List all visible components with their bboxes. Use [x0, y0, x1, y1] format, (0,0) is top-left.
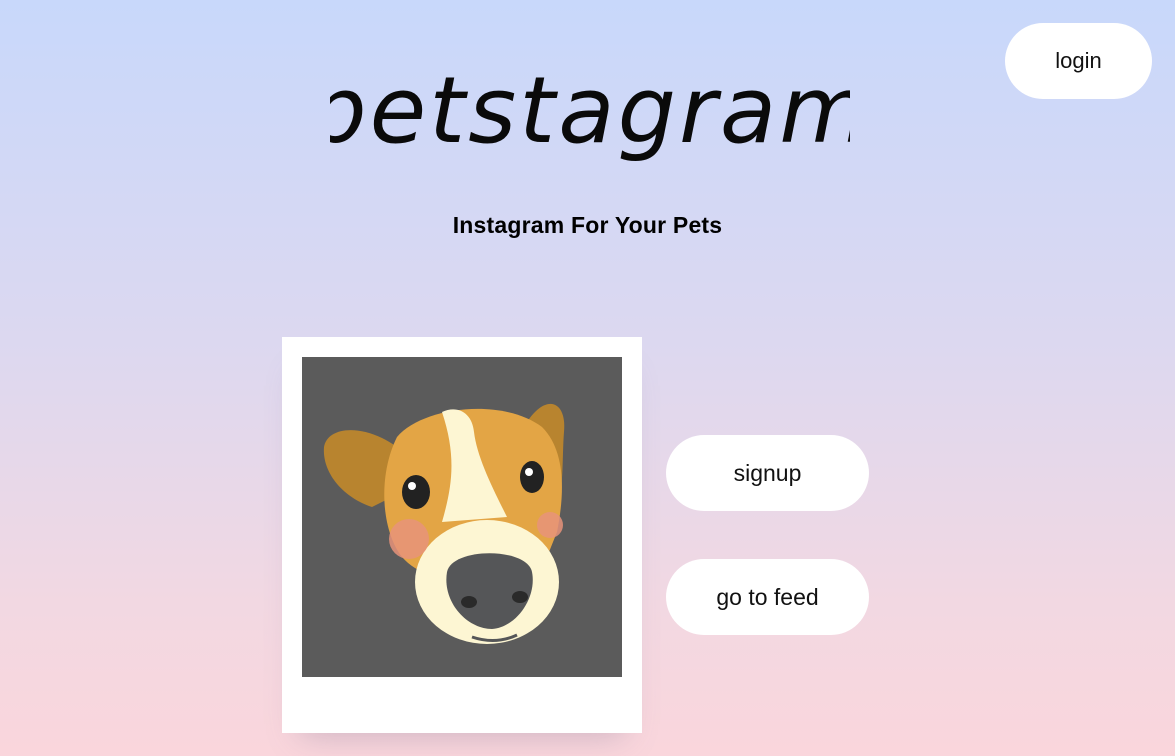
dog-photo: [302, 357, 622, 677]
login-button[interactable]: login: [1005, 23, 1152, 99]
polaroid-card: [282, 337, 642, 733]
tagline: Instagram For Your Pets: [452, 212, 723, 238]
svg-text:petstagram: petstagram: [330, 57, 850, 164]
dog-face-icon: [323, 403, 565, 644]
signup-button[interactable]: signup: [666, 435, 869, 511]
go-to-feed-button[interactable]: go to feed: [666, 559, 869, 635]
petstagram-logo: petstagram: [330, 57, 850, 164]
